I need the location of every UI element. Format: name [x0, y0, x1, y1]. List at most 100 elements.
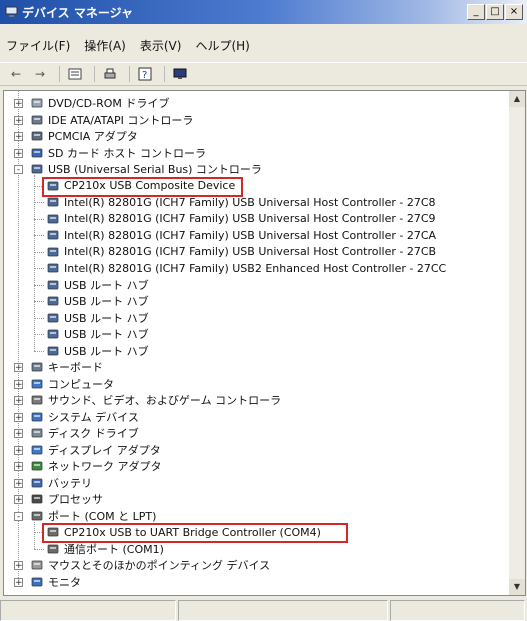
tree-category[interactable]: PCMCIA アダプタ	[30, 128, 138, 144]
tree-device[interactable]: USB ルート ハブ	[46, 310, 149, 326]
expand-icon[interactable]: +	[14, 363, 23, 373]
tree-category[interactable]: キーボード	[30, 359, 103, 375]
tree-connector	[34, 202, 44, 203]
tree-item-label: バッテリ	[48, 476, 92, 490]
tree-category[interactable]: サウンド、ビデオ、およびゲーム コントローラ	[30, 392, 281, 408]
help-button[interactable]: ?	[135, 65, 155, 83]
expand-icon[interactable]: +	[14, 561, 23, 571]
tree-item-label: DVD/CD-ROM ドライブ	[48, 97, 170, 110]
expand-icon[interactable]: +	[14, 412, 23, 422]
network-icon	[31, 461, 43, 471]
menu-bar: ファイル(F) 操作(A) 表示(V) ヘルプ(H)	[0, 34, 527, 56]
window-controls: _ □ ×	[467, 4, 523, 20]
expand-icon[interactable]: +	[14, 148, 23, 158]
menu-file[interactable]: ファイル(F)	[6, 37, 70, 54]
scan-hardware-button[interactable]	[170, 65, 190, 83]
device-tree[interactable]: DVD/CD-ROM ドライブ + IDE ATA/ATAPI コントローラ + PCM…	[3, 90, 511, 596]
battery-icon	[31, 478, 43, 487]
scroll-down-icon[interactable]: ▼	[509, 579, 525, 595]
tree-item-label: プロセッサ	[48, 493, 103, 506]
tree-category[interactable]: モニタ	[30, 574, 81, 590]
expand-icon[interactable]: +	[14, 495, 23, 505]
tree-category[interactable]: DVD/CD-ROM ドライブ	[30, 95, 169, 111]
tree-category[interactable]: マウスとそのほかのポインティング デバイス	[30, 557, 270, 573]
tree-category[interactable]: USB (Universal Serial Bus) コントローラ	[30, 161, 262, 177]
scroll-up-icon[interactable]: ▲	[509, 91, 525, 107]
tree-category[interactable]: ディスプレイ アダプタ	[30, 442, 161, 458]
expand-icon[interactable]: +	[14, 99, 23, 109]
tree-item-label: Intel(R) 82801G (ICH7 Family) USB Univer…	[64, 212, 436, 225]
expand-icon[interactable]: +	[14, 429, 23, 439]
tree-connector	[34, 175, 35, 351]
expand-icon[interactable]: +	[14, 132, 23, 142]
expand-icon[interactable]: +	[14, 379, 23, 389]
tree-device[interactable]: USB ルート ハブ	[46, 343, 149, 359]
help-icon: ?	[138, 67, 152, 81]
tree-item-label: USB ルート ハブ	[64, 295, 149, 308]
printer-icon	[104, 68, 116, 79]
tree-category[interactable]: システム デバイス	[30, 409, 139, 425]
tree-connector	[34, 235, 44, 236]
expand-icon[interactable]: +	[14, 462, 23, 472]
monitor-icon	[31, 577, 43, 586]
vertical-scrollbar[interactable]: ▲ ▼	[509, 90, 526, 596]
tree-item-label: サウンド、ビデオ、およびゲーム コントローラ	[48, 394, 282, 407]
device-manager-icon	[5, 6, 18, 17]
tree-item-label: Intel(R) 82801G (ICH7 Family) USB2 Enhan…	[64, 261, 447, 275]
expand-icon[interactable]: +	[14, 445, 23, 455]
tree-device[interactable]: USB ルート ハブ	[46, 277, 149, 293]
tree-category[interactable]: プロセッサ	[30, 491, 103, 507]
tree-item-label: USB ルート ハブ	[64, 311, 149, 325]
tree-category[interactable]: IDE ATA/ATAPI コントローラ	[30, 112, 193, 128]
tree-device[interactable]: Intel(R) 82801G (ICH7 Family) USB2 Enhan…	[46, 260, 446, 276]
tree-category[interactable]: ネットワーク アダプタ	[30, 458, 162, 474]
device-manager-window: デバイス マネージャ _ □ × ファイル(F) 操作(A) 表示(V) ヘルプ…	[0, 0, 527, 621]
tree-device[interactable]: Intel(R) 82801G (ICH7 Family) USB Univer…	[46, 227, 436, 243]
menu-help[interactable]: ヘルプ(H)	[195, 37, 249, 54]
tree-device[interactable]: USB ルート ハブ	[46, 326, 149, 342]
menu-action[interactable]: 操作(A)	[84, 37, 126, 54]
maximize-button[interactable]: □	[486, 4, 504, 20]
window-title: デバイス マネージャ	[22, 6, 133, 20]
list-view-icon	[68, 68, 82, 80]
toolbar-separator	[59, 66, 60, 82]
tree-device[interactable]: 通信ポート (COM1)	[46, 541, 164, 557]
tree-item-label: ディスク ドライブ	[48, 427, 139, 440]
expand-icon[interactable]: +	[14, 478, 23, 488]
print-button[interactable]	[100, 65, 120, 83]
tree-device[interactable]: Intel(R) 82801G (ICH7 Family) USB Univer…	[46, 194, 436, 210]
toolbar-separator	[94, 66, 95, 82]
tree-connector	[34, 251, 44, 253]
svg-text:?: ?	[142, 70, 147, 81]
tree-category[interactable]: コンピュータ	[30, 376, 114, 392]
ide-icon	[31, 115, 43, 124]
title-bar: デバイス マネージャ _ □ ×	[0, 0, 527, 24]
tree-category[interactable]: SD カード ホスト コントローラ	[30, 145, 206, 161]
tree-device[interactable]: Intel(R) 82801G (ICH7 Family) USB Univer…	[46, 211, 436, 227]
tree-device[interactable]: Intel(R) 82801G (ICH7 Family) USB Univer…	[46, 244, 436, 260]
tree-item-label: キーボード	[48, 361, 103, 374]
display-icon	[31, 445, 43, 454]
collapse-icon[interactable]: -	[14, 511, 23, 521]
close-button[interactable]: ×	[505, 4, 523, 20]
menu-view[interactable]: 表示(V)	[140, 37, 182, 54]
properties-view-button[interactable]	[65, 65, 85, 83]
back-button[interactable]: ←	[6, 65, 26, 83]
tree-device[interactable]: USB ルート ハブ	[46, 293, 149, 309]
tree-connector	[34, 317, 44, 319]
expand-icon[interactable]: +	[14, 396, 23, 406]
tree-category[interactable]: ディスク ドライブ	[30, 425, 139, 441]
tree-connector	[34, 350, 44, 352]
minimize-button[interactable]: _	[467, 4, 485, 20]
expand-icon[interactable]: +	[14, 115, 23, 125]
port-icon	[31, 511, 43, 520]
forward-button[interactable]: →	[30, 65, 50, 83]
status-cell	[390, 600, 525, 621]
mouse-icon	[31, 560, 43, 570]
expand-icon[interactable]: +	[14, 577, 23, 587]
usb-icon	[31, 164, 43, 174]
tree-item-label: システム デバイス	[48, 410, 139, 424]
tree-category[interactable]: ポート (COM と LPT)	[30, 508, 156, 524]
tree-category[interactable]: バッテリ	[30, 475, 92, 491]
collapse-icon[interactable]: -	[14, 165, 23, 175]
